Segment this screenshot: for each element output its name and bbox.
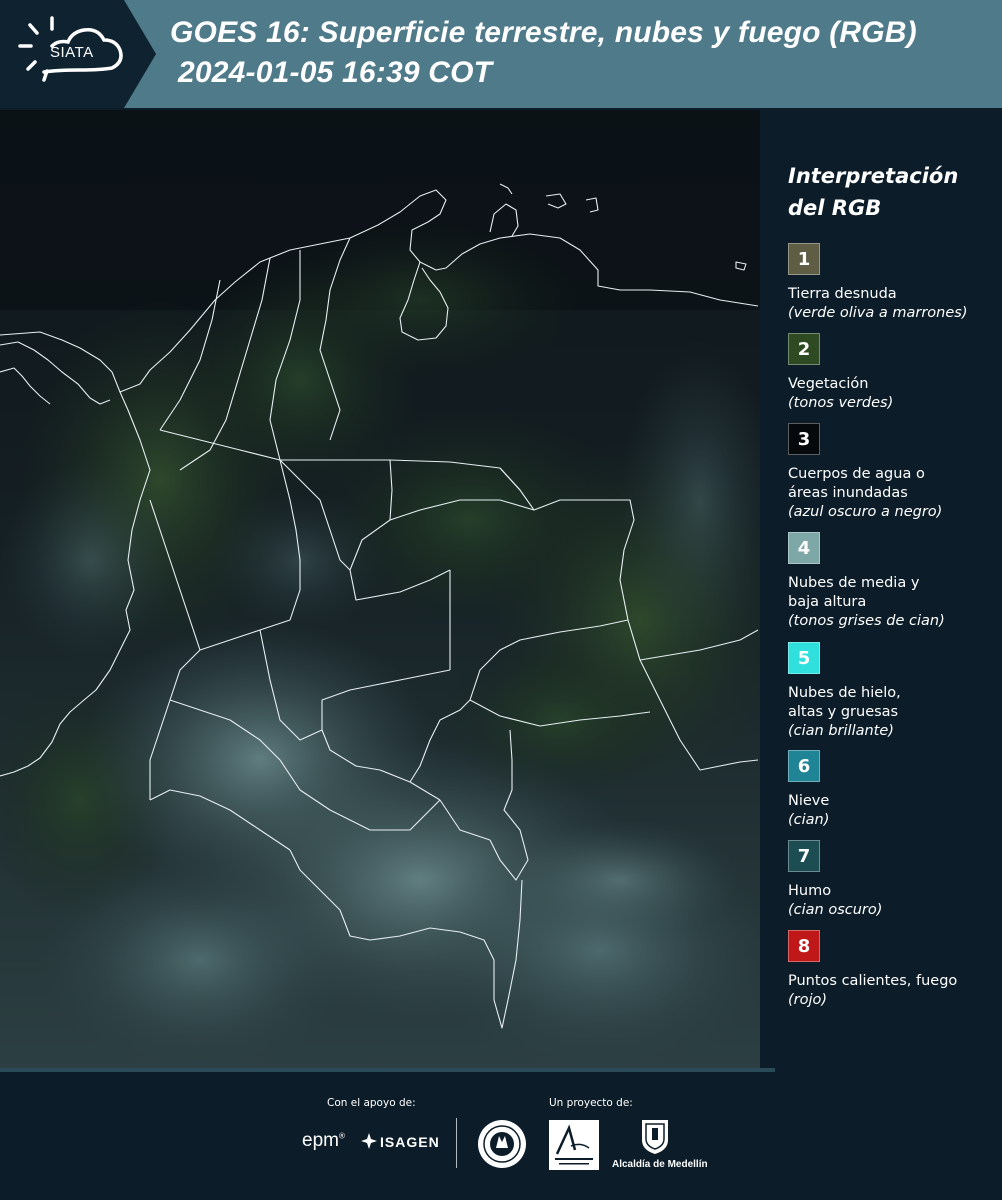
header-bar: SIATA GOES 16: Superficie terrestre, nub…: [0, 0, 1002, 108]
epm-logo-text: epm: [302, 1130, 339, 1151]
timestamp: 2024-01-05 16:39 COT: [178, 56, 493, 89]
legend-swatch: 3: [788, 423, 820, 455]
legend-item-desc: (tonos grises de cian): [788, 613, 945, 629]
antioquia-seal-icon: [478, 1120, 526, 1168]
legend-item-desc: (azul oscuro a negro): [788, 504, 943, 520]
legend-item-label: Tierra desnuda: [788, 286, 897, 302]
legend-item: 6 Nieve (cian): [788, 750, 998, 830]
page-title: GOES 16: Superficie terrestre, nubes y f…: [170, 16, 917, 49]
legend-title: Interpretación del RGB: [788, 160, 998, 224]
legend-item-label: Nubes de hielo, altas y gruesas: [788, 685, 901, 720]
legend-item: 2 Vegetación (tonos verdes): [788, 333, 998, 413]
map-bottom-strip: [0, 1068, 775, 1072]
legend-item-label: Vegetación: [788, 376, 869, 392]
rgb-legend: Interpretación del RGB: [788, 160, 998, 240]
legend-item: 7 Humo (cian oscuro): [788, 840, 998, 920]
siata-logo-text: SIATA: [50, 44, 94, 61]
legend-item-desc: (verde oliva a marrones): [788, 305, 968, 321]
legend-title-line1: Interpretación: [788, 164, 959, 188]
legend-item: 5 Nubes de hielo, altas y gruesas (cian br…: [788, 642, 998, 741]
alcaldia-shield-icon: [642, 1120, 668, 1154]
legend-item: 8 Puntos calientes, fuego (rojo): [788, 930, 998, 1010]
legend-swatch: 5: [788, 642, 820, 674]
legend-item-desc: (rojo): [788, 992, 828, 1008]
project-caption: Un proyecto de:: [549, 1097, 633, 1109]
legend-swatch: 2: [788, 333, 820, 365]
legend-item: 1 Tierra desnuda (verde oliva a marrones): [788, 243, 998, 323]
legend-swatch: 1: [788, 243, 820, 275]
satellite-map: [0, 110, 760, 1070]
legend-swatch: 4: [788, 532, 820, 564]
isagen-logo-text: ISAGEN: [380, 1134, 440, 1150]
area-metropolitana-logo: [549, 1120, 599, 1170]
legend-item-label: Cuerpos de agua o áreas inundadas: [788, 466, 925, 501]
legend-item-desc: (cian oscuro): [788, 902, 883, 918]
legend-item: 4 Nubes de media y baja altura (tonos gris…: [788, 532, 998, 631]
legend-swatch: 6: [788, 750, 820, 782]
epm-logo: epm®: [302, 1130, 345, 1151]
support-caption: Con el apoyo de:: [327, 1097, 416, 1109]
legend-item-desc: (cian brillante): [788, 723, 894, 739]
legend-title-line2: del RGB: [788, 196, 882, 220]
isagen-logo: [360, 1132, 378, 1155]
legend-item-label: Puntos calientes, fuego: [788, 973, 958, 989]
legend-item-label: Nubes de media y baja altura: [788, 575, 920, 610]
legend-item-label: Nieve: [788, 793, 830, 809]
legend-swatch: 7: [788, 840, 820, 872]
alcaldia-text: Alcaldía de Medellín: [612, 1159, 708, 1170]
isagen-icon: [361, 1133, 377, 1149]
legend-item: 3 Cuerpos de agua o áreas inundadas (azul …: [788, 423, 998, 522]
legend-item-desc: (cian): [788, 812, 830, 828]
legend-item-desc: (tonos verdes): [788, 395, 894, 411]
footer-divider: [456, 1118, 457, 1168]
legend-item-label: Humo: [788, 883, 832, 899]
legend-swatch: 8: [788, 930, 820, 962]
